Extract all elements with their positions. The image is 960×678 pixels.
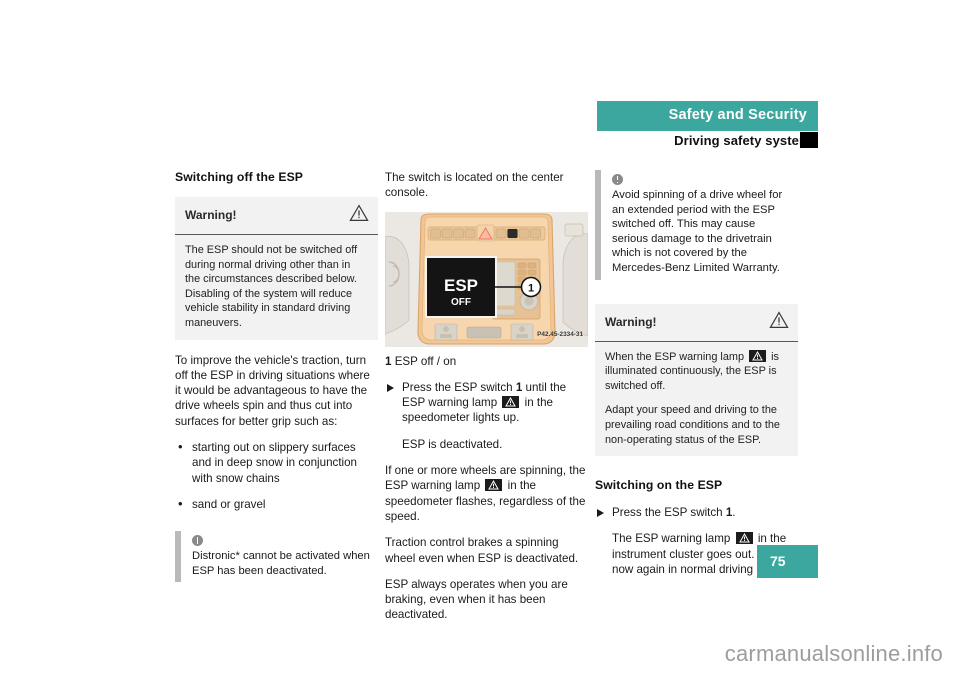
- step-text-pre: Press the ESP switch: [612, 506, 726, 520]
- heading-switching-off-esp: Switching off the ESP: [175, 170, 304, 184]
- paragraph-braking: ESP always operates when you are braking…: [385, 577, 568, 622]
- caption-text: ESP off / on: [394, 354, 457, 368]
- esp-warning-lamp-icon: [735, 532, 753, 545]
- figure-part-number: P42.45-2334-31: [537, 331, 583, 338]
- warning-text: The ESP should not be switched off durin…: [185, 244, 358, 329]
- substep-text-pre: The ESP warning lamp: [612, 532, 734, 546]
- paragraph-wheels-spinning: If one or more wheels are spinning, the …: [385, 463, 588, 524]
- warning-box-body: When the ESP warning lamp is illuminated…: [595, 342, 798, 457]
- step-press-esp-switch: Press the ESP switch 1 until the ESP war…: [385, 380, 588, 426]
- paragraph-switch-location: The switch is located on the center cons…: [385, 171, 564, 200]
- section-marker-block: [800, 132, 818, 148]
- info-box-drive-wheel: Avoid spinning of a drive wheel for an e…: [595, 170, 798, 280]
- section-title: Driving safety systems: [674, 133, 818, 148]
- step-text-pre: Press the ESP switch: [402, 380, 516, 394]
- page-number: 75: [770, 553, 786, 569]
- esp-warning-lamp-icon: [502, 396, 520, 409]
- column-left: Switching off the ESP Warning! The ESP s…: [175, 170, 378, 594]
- step-press-esp-switch-on: Press the ESP switch 1.: [595, 505, 798, 520]
- warning-box-header: Warning!: [175, 197, 378, 235]
- warning-text-2: Adapt your speed and driving to the prev…: [605, 404, 780, 446]
- warning-triangle-icon: [769, 310, 789, 334]
- watermark: carmanualsonline.info: [724, 641, 943, 666]
- column-middle: The switch is located on the center cons…: [385, 170, 588, 634]
- console-drawing: ESP OFF 1 P42.45-2334-31: [385, 211, 588, 347]
- info-text: Distronic* cannot be activated when ESP …: [192, 550, 370, 577]
- warning-box-header: Warning!: [595, 303, 798, 342]
- info-circle-icon: [192, 535, 203, 547]
- svg-text:ESP: ESP: [444, 276, 478, 295]
- page-number-badge: 75: [757, 545, 818, 578]
- column-right: Avoid spinning of a drive wheel for an e…: [595, 170, 798, 588]
- info-text: Avoid spinning of a drive wheel for an e…: [612, 189, 783, 274]
- warning-label: Warning!: [185, 208, 237, 222]
- warning-box-esp-lamp: Warning! When the ESP warning lamp is il…: [595, 303, 798, 457]
- svg-text:OFF: OFF: [451, 297, 471, 308]
- heading-switching-on-esp: Switching on the ESP: [595, 478, 723, 493]
- manual-page: Safety and Security Driving safety syste…: [0, 0, 960, 678]
- info-box-distronic: Distronic* cannot be activated when ESP …: [175, 531, 378, 583]
- paragraph-traction-control: Traction control brakes a spinning wheel…: [385, 536, 579, 565]
- paragraph-improve-traction: To improve the vehicle's traction, turn …: [175, 353, 370, 428]
- esp-warning-lamp-icon: [485, 479, 503, 492]
- bullet-list-conditions: starting out on slippery surfaces and in…: [175, 439, 378, 512]
- substep-esp-deactivated: ESP is deactivated.: [402, 437, 503, 451]
- list-item: starting out on slippery surfaces and in…: [175, 439, 378, 486]
- warning-triangle-icon: [349, 204, 369, 227]
- center-console-illustration: ESP OFF 1 P42.45-2334-31: [385, 211, 588, 347]
- warning-text-1: When the ESP warning lamp is illuminated…: [605, 349, 788, 394]
- warning-text-pre: When the ESP warning lamp: [605, 350, 748, 363]
- figure-caption: 1 ESP off / on: [385, 354, 588, 369]
- step-text-post: .: [732, 506, 736, 520]
- list-item: sand or gravel: [175, 496, 378, 512]
- warning-box-body: The ESP should not be switched off durin…: [175, 235, 378, 340]
- info-exclamation-icon: [612, 174, 623, 185]
- chapter-header-bar: Safety and Security: [597, 101, 818, 131]
- esp-warning-lamp-icon: [749, 349, 767, 362]
- svg-text:1: 1: [528, 282, 534, 294]
- chapter-title: Safety and Security: [668, 107, 807, 123]
- warning-label: Warning!: [605, 314, 657, 329]
- warning-box-esp-off: Warning! The ESP should not be switched …: [175, 197, 378, 340]
